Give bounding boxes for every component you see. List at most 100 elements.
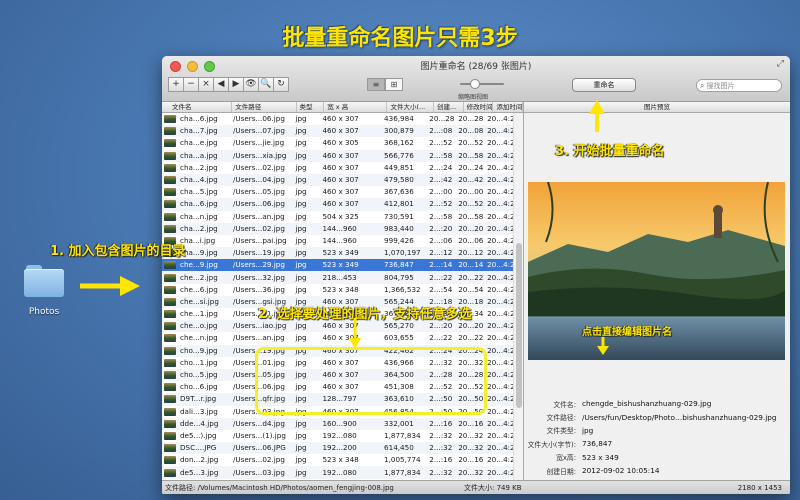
- cell-filename[interactable]: de5...3.jpg: [178, 467, 231, 479]
- cell-filename[interactable]: cha...4.jpg: [178, 174, 231, 186]
- header-dimensions[interactable]: 宽 x 高: [324, 102, 388, 112]
- preview-icon[interactable]: 👁: [243, 77, 259, 92]
- cell-filename[interactable]: cho...5.jpg: [178, 369, 231, 381]
- table-row[interactable]: che...9.jpg/Users...29.jpg jpg 523 x 349 73…: [162, 259, 514, 272]
- cell-filename[interactable]: che...o.jpg: [178, 320, 231, 332]
- cell-filename[interactable]: dde...4.jpg: [178, 418, 231, 430]
- header-modified[interactable]: 修改时间: [464, 102, 494, 112]
- cell-modified: 20...28: [458, 114, 484, 124]
- info-value: 2012-09-02 10:05:14: [582, 466, 660, 476]
- grid-view-icon[interactable]: ⊞: [385, 78, 403, 91]
- cell-created: 2...:22: [429, 272, 453, 282]
- cell-filename[interactable]: cha...6.jpg: [178, 198, 231, 210]
- cell-filename[interactable]: de5...).jpg: [178, 430, 231, 442]
- cell-filesize: 412,801: [384, 199, 414, 209]
- status-size: 文件大小: 749 KB: [464, 483, 522, 492]
- cell-created: 2...:08: [429, 126, 453, 136]
- next-icon[interactable]: ▶: [228, 77, 244, 92]
- table-row[interactable]: cha...4.jpg/Users...04.jpg jpg 460 x 307 47…: [162, 173, 514, 187]
- cell-dimensions: 144...960: [322, 235, 357, 245]
- cell-filename[interactable]: che...n.jpg: [178, 332, 231, 344]
- table-row[interactable]: de5...3.jpg/Users...03.jpg jpg 192...080 1,…: [162, 466, 514, 479]
- search-icon[interactable]: 🔍: [258, 77, 274, 92]
- cell-filename[interactable]: cho...9.jpg: [178, 345, 231, 357]
- cell-filename[interactable]: cha...e.jpg: [178, 137, 231, 149]
- cell-modified: 20...00: [458, 187, 484, 197]
- cell-filename[interactable]: che...6.jpg: [178, 284, 231, 296]
- cell-filename[interactable]: D9T...r.jpg: [178, 393, 231, 405]
- cell-modified: 20...54: [458, 284, 484, 294]
- thumbnail-icon: [164, 419, 176, 428]
- cell-filename[interactable]: che...9.jpg: [178, 259, 231, 271]
- cell-filename[interactable]: DSC....JPG: [178, 442, 231, 454]
- table-row[interactable]: cha...a.jpg/Users...xia.jpg jpg 460 x 307 5…: [162, 149, 514, 162]
- list-view-icon[interactable]: ≡: [367, 78, 385, 91]
- add-icon[interactable]: +: [168, 77, 184, 92]
- search-field[interactable]: ⌕: [696, 79, 782, 92]
- remove-icon[interactable]: −: [183, 77, 199, 92]
- cell-filesize: 614,450: [384, 443, 414, 453]
- table-row[interactable]: che...o.jpg/Users...iao.jpg jpg 460 x 307 5…: [162, 320, 514, 333]
- header-path[interactable]: 文件路径: [232, 102, 297, 112]
- cell-created: 2...:20: [429, 223, 453, 233]
- clear-icon[interactable]: ×: [198, 77, 214, 92]
- table-row[interactable]: cha...e.jpg/Users...jie.jpg jpg 460 x 305 3…: [162, 137, 514, 149]
- cell-filename[interactable]: dali...3.jpg: [178, 406, 231, 418]
- scrollbar-thumb[interactable]: [516, 243, 522, 408]
- cell-filename[interactable]: che...2.jpg: [178, 272, 231, 284]
- thumbnail-slider[interactable]: [460, 79, 504, 89]
- cell-filename[interactable]: cha...2.jpg: [178, 162, 231, 174]
- refresh-icon[interactable]: ↻: [273, 77, 289, 92]
- vertical-scrollbar[interactable]: [513, 113, 523, 480]
- header-filename[interactable]: 文件名: [162, 102, 233, 112]
- cell-created: 2...:52: [429, 138, 453, 148]
- cell-filename[interactable]: cha...a.jpg: [178, 150, 231, 162]
- table-row[interactable]: cha...2.jpg/Users...02.jpg jpg 460 x 307 44…: [162, 162, 514, 174]
- cell-filename[interactable]: cho...6.jpg: [178, 381, 231, 393]
- header-created[interactable]: 创建...: [434, 102, 464, 112]
- cell-path: /Users...pai.jpg: [232, 235, 287, 245]
- table-row[interactable]: don...2.jpg/Users...02.jpg jpg 523 x 348 1,…: [162, 454, 514, 466]
- table-row[interactable]: cha...6.jpg/Users...06.jpg jpg 460 x 307 41…: [162, 198, 514, 211]
- cell-filename[interactable]: cha...6.jpg: [178, 113, 231, 125]
- table-row[interactable]: DSC....JPG/Users...06.JPG jpg 192...200 614…: [162, 442, 514, 455]
- cell-filename[interactable]: che...1.jpg: [178, 308, 231, 320]
- table-row[interactable]: cha...9.jpg/Users...19.jpg jpg 523 x 349 1,…: [162, 247, 514, 260]
- cell-filename[interactable]: don...2.jpg: [178, 454, 231, 466]
- table-row[interactable]: cha...i.jpg/Users...pai.jpg jpg 144...960 9…: [162, 235, 514, 247]
- info-value: 523 x 349: [582, 452, 619, 462]
- table-row[interactable]: cha...n.jpg/Users...an.jpg jpg 504 x 325 73…: [162, 211, 514, 223]
- filename-edit-field[interactable]: chengde_bishushanzhuang-029.jpg: [582, 399, 711, 408]
- table-row[interactable]: de5...).jpg/Users...(1).jpg jpg 192...080 1…: [162, 430, 514, 442]
- fullscreen-icon[interactable]: ⤢: [777, 59, 784, 69]
- cell-filename[interactable]: cha...5.jpg: [178, 186, 231, 198]
- table-row[interactable]: che...6.jpg/Users...36.jpg jpg 523 x 348 1,…: [162, 284, 514, 296]
- cell-filename[interactable]: cho...1.jpg: [178, 357, 231, 369]
- table-row[interactable]: cha...7.jpg/Users...07.jpg jpg 460 x 307 30…: [162, 125, 514, 138]
- cell-modified: 20...42: [458, 175, 484, 185]
- cell-filename[interactable]: che...si.jpg: [178, 296, 231, 308]
- photos-folder[interactable]: Photos: [22, 265, 66, 317]
- cell-type: jpg: [295, 235, 307, 245]
- prev-icon[interactable]: ◀: [213, 77, 229, 92]
- table-row[interactable]: dde...4.jpg/Users...d4.jpg jpg 160...900 33…: [162, 417, 514, 430]
- table-row[interactable]: che...n.jpg/Users...an.jpg jpg 460 x 307 60…: [162, 332, 514, 344]
- cell-dimensions: 504 x 325: [322, 211, 359, 221]
- search-input[interactable]: [706, 81, 777, 90]
- header-added[interactable]: 添加时间: [493, 102, 523, 112]
- table-row[interactable]: cha...6.jpg/Users...06.jpg jpg 460 x 307 43…: [162, 113, 514, 125]
- header-filesize[interactable]: 文件大小(...: [387, 102, 434, 112]
- slider-knob[interactable]: [470, 79, 481, 89]
- thumbnail-icon: [164, 200, 176, 209]
- cell-type: jpg: [295, 162, 307, 172]
- table-row[interactable]: cha...2.jpg/Users...02.jpg jpg 144...960 98…: [162, 222, 514, 235]
- header-type[interactable]: 类型: [297, 102, 325, 112]
- cell-type: jpg: [295, 321, 307, 331]
- cell-dimensions: 460 x 305: [322, 138, 359, 148]
- cell-filename[interactable]: cha...7.jpg: [178, 125, 231, 137]
- cell-filename[interactable]: cha...n.jpg: [178, 211, 231, 223]
- cell-filename[interactable]: cha...2.jpg: [178, 223, 231, 235]
- table-row[interactable]: cha...5.jpg/Users...05.jpg jpg 460 x 307 36…: [162, 186, 514, 198]
- table-row[interactable]: che...2.jpg/Users...32.jpg jpg 218...453 80…: [162, 271, 514, 284]
- rename-button[interactable]: 重命名: [572, 78, 636, 92]
